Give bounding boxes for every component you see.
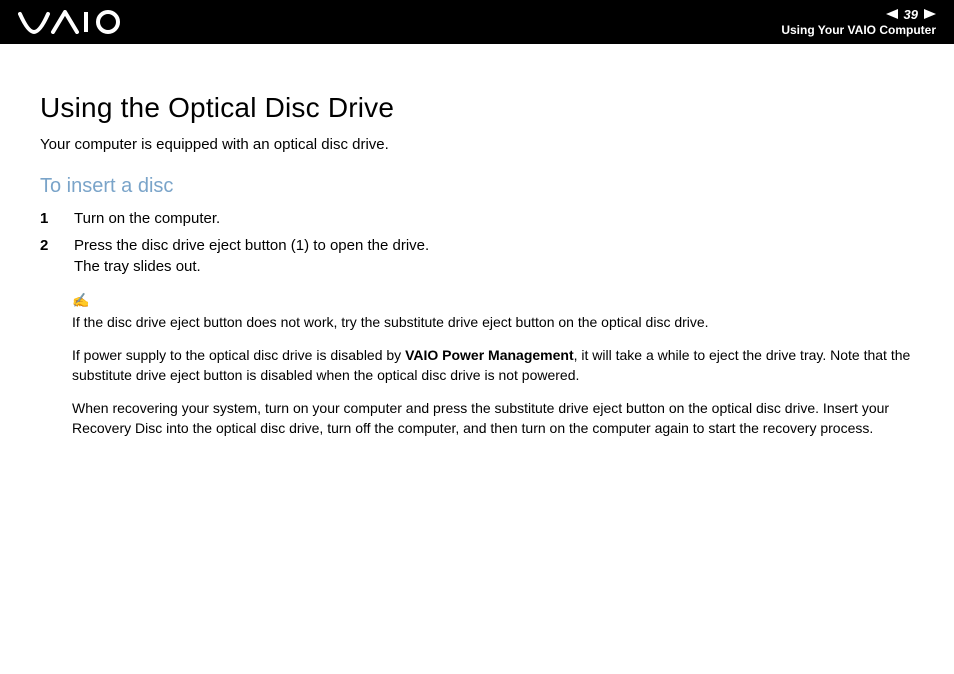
step-item: 2 Press the disc drive eject button (1) … bbox=[40, 235, 914, 277]
note-paragraph: When recovering your system, turn on you… bbox=[72, 399, 914, 438]
intro-text: Your computer is equipped with an optica… bbox=[40, 136, 914, 153]
step-item: 1 Turn on the computer. bbox=[40, 208, 914, 229]
breadcrumb: Using Your VAIO Computer bbox=[781, 23, 936, 37]
step-line: Press the disc drive eject button (1) to… bbox=[74, 237, 429, 254]
page-number: 39 bbox=[904, 7, 918, 23]
next-page-arrow-icon[interactable] bbox=[924, 9, 936, 19]
note-paragraph: If the disc drive eject button does not … bbox=[72, 313, 914, 333]
vaio-logo bbox=[18, 10, 128, 34]
note-bold: VAIO Power Management bbox=[405, 347, 574, 363]
page-title: Using the Optical Disc Drive bbox=[40, 92, 914, 124]
page-navigation: 39 bbox=[781, 7, 936, 23]
step-number: 2 bbox=[40, 235, 54, 277]
note-text: If power supply to the optical disc driv… bbox=[72, 347, 405, 363]
step-text: Turn on the computer. bbox=[74, 208, 914, 229]
prev-page-arrow-icon[interactable] bbox=[886, 9, 898, 19]
step-line: The tray slides out. bbox=[74, 258, 201, 275]
vaio-logo-svg bbox=[18, 10, 128, 34]
section-title: To insert a disc bbox=[40, 175, 914, 198]
note-block: ✍ If the disc drive eject button does no… bbox=[72, 291, 914, 439]
step-number: 1 bbox=[40, 208, 54, 229]
step-text: Press the disc drive eject button (1) to… bbox=[74, 235, 914, 277]
step-list: 1 Turn on the computer. 2 Press the disc… bbox=[40, 208, 914, 277]
header-bar: 39 Using Your VAIO Computer bbox=[0, 0, 954, 44]
note-icon: ✍ bbox=[72, 291, 914, 311]
page-content: Using the Optical Disc Drive Your comput… bbox=[0, 44, 954, 439]
note-paragraph: If power supply to the optical disc driv… bbox=[72, 346, 914, 385]
header-right: 39 Using Your VAIO Computer bbox=[781, 7, 936, 38]
